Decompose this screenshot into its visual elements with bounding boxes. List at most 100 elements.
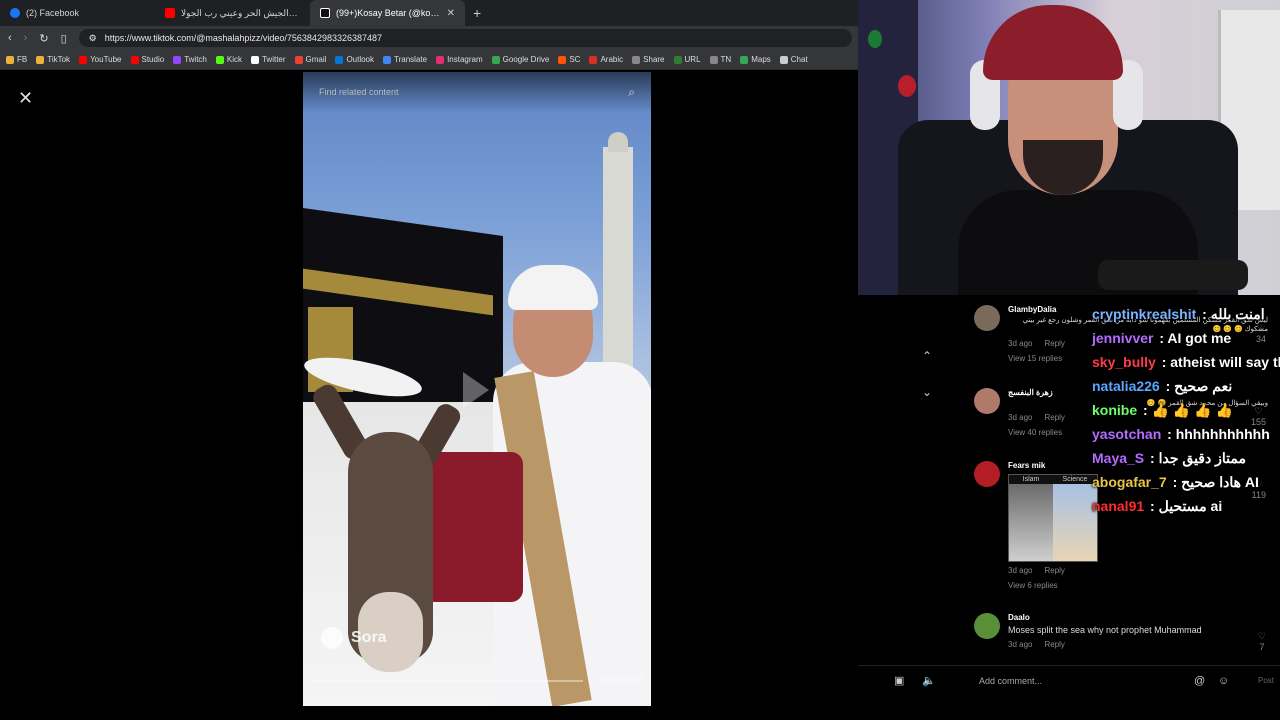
browser-tabbar: (2) Facebook عيني رب الجيش الحر وعيني رب… [0,0,860,26]
post-button[interactable]: Post [1258,676,1274,685]
bookmark-youtube[interactable]: YouTube [79,55,122,64]
chat-text: : atheist will say this is fake [1161,354,1280,370]
comment-text: Moses split the sea why not prophet Muha… [1008,625,1202,635]
new-tab-button[interactable]: + [465,5,489,21]
forward-icon[interactable]: › [24,32,28,44]
bookmark-page-icon[interactable]: ▯ [61,32,67,45]
video-progress-bar[interactable] [313,680,583,682]
reply-button[interactable]: Reply [1044,339,1064,348]
tab-tiktok[interactable]: (99+)Kosay Betar (@kosay.betar... ✕ [310,0,465,26]
bookmark-arabic[interactable]: Arabic [589,55,623,64]
volume-icon[interactable]: 🔈 [922,674,936,687]
webcam-feed [858,0,1280,295]
tab-youtube[interactable]: عيني رب الجيش الحر وعيني رب الجولا... [155,0,310,26]
tab-title: عيني رب الجيش الحر وعيني رب الجولا... [181,7,300,18]
reply-button[interactable]: Reply [1044,640,1064,649]
reply-button[interactable]: Reply [1044,413,1064,422]
donkey-saddle-shape [423,452,523,602]
chat-message: sky_bully : atheist will say this is fak… [1092,350,1280,374]
chat-username: sky_bully [1092,354,1156,370]
chat-message: konibe : 👍 👍 👍 👍 [1092,398,1280,422]
avatar[interactable] [974,388,1000,414]
video-player[interactable]: Find related content ⌕ Sora 00:00/00:18 [303,72,651,706]
captions-icon[interactable]: ▣ [894,674,904,687]
close-video-button[interactable]: ✕ [18,88,33,109]
bookmark-icon [250,55,259,64]
avatar[interactable] [974,305,1000,331]
bookmark-fb[interactable]: FB [6,55,27,64]
bookmark-studio[interactable]: Studio [130,55,164,64]
bookmark-sc[interactable]: SC [558,55,580,64]
url-bar[interactable]: ⚙ https://www.tiktok.com/@mashalahpizz/v… [78,29,852,47]
bookmark-chat[interactable]: Chat [779,55,808,64]
chat-username: natalia226 [1092,378,1160,394]
chat-username: konibe [1092,402,1138,418]
bookmark-outlook[interactable]: Outlook [335,55,374,64]
avatar[interactable] [974,613,1000,639]
bookmark-icon [740,55,749,64]
back-icon[interactable]: ‹ [8,32,12,44]
search-icon[interactable]: ⌕ [628,85,635,100]
bookmark-label: Google Drive [502,55,550,64]
bookmark-label: SC [569,55,581,64]
bookmark-label: Twitter [261,55,286,64]
url-text: https://www.tiktok.com/@mashalahpizz/vid… [104,33,383,43]
related-search[interactable]: Find related content ⌕ [303,72,651,112]
avatar[interactable] [974,461,1000,487]
view-replies-button[interactable]: View 6 replies [1008,581,1268,590]
reload-icon[interactable]: ↻ [39,32,48,45]
bookmark-share[interactable]: Share [632,55,665,64]
image-panel-right [1053,484,1097,561]
bookmark-instagram[interactable]: Instagram [436,55,483,64]
like-button[interactable]: ♡ 7 [1258,631,1266,652]
bookmark-icon [491,55,500,64]
bookmark-label: TN [720,55,732,64]
reply-button[interactable]: Reply [1044,566,1064,575]
bookmark-tn[interactable]: TN [709,55,732,64]
bookmark-translate[interactable]: Translate [383,55,427,64]
close-tab-icon[interactable]: ✕ [447,8,455,19]
chat-message: Maya_S : ممتاز دقيق جدا [1092,446,1280,470]
image-panel-left [1009,484,1053,561]
bookmark-google-drive[interactable]: Google Drive [491,55,550,64]
next-video-icon[interactable]: ⌄ [922,385,932,399]
site-info-icon[interactable]: ⚙ [89,33,97,44]
tiktok-icon [320,8,330,18]
bookmark-icon [436,55,445,64]
man-cap-shape [508,265,598,310]
tab-facebook[interactable]: (2) Facebook [0,0,155,26]
comment-time: 3d ago [1008,412,1033,422]
emoji-icon[interactable]: ☺ [1218,675,1229,687]
comment-time: 3d ago [1008,338,1033,348]
comment-time: 3d ago [1008,640,1033,650]
bookmark-label: Share [643,55,665,64]
bookmark-kick[interactable]: Kick [215,55,242,64]
bookmark-icon [632,55,641,64]
bookmark-tiktok[interactable]: TikTok [36,55,70,64]
bookmark-label: Twitch [184,55,207,64]
mention-icon[interactable]: @ [1194,675,1205,687]
chat-message: yasotchan : hhhhhhhhhhh [1092,422,1280,446]
bookmark-twitch[interactable]: Twitch [173,55,207,64]
bookmark-icon [6,55,14,64]
comment-username[interactable]: Daalo [1008,613,1268,622]
image-label: Science [1062,476,1088,483]
bookmark-icon [335,55,344,64]
screen: (2) Facebook عيني رب الجيش الحر وعيني رب… [0,0,1280,720]
tab-title: (2) Facebook [26,8,80,18]
bookmark-twitter[interactable]: Twitter [250,55,286,64]
bookmark-label: TikTok [47,55,71,64]
bookmark-gmail[interactable]: Gmail [294,55,326,64]
bookmark-url[interactable]: URL [673,55,701,64]
chat-message: abogafar_7 : هادا صحيح AI [1092,470,1280,494]
add-comment-input[interactable]: Add comment... [979,676,1042,686]
bookmark-icon [673,55,682,64]
play-icon[interactable] [463,372,489,408]
comment-image[interactable]: Islam Science [1008,474,1098,562]
bookmark-label: FB [17,55,28,64]
like-count: 7 [1259,642,1265,652]
previous-video-icon[interactable]: ⌃ [922,349,932,363]
address-toolbar: ‹ › ↻ ▯ ⚙ https://www.tiktok.com/@mashal… [0,26,860,50]
bookmark-maps[interactable]: Maps [740,55,771,64]
facebook-icon [10,8,20,18]
